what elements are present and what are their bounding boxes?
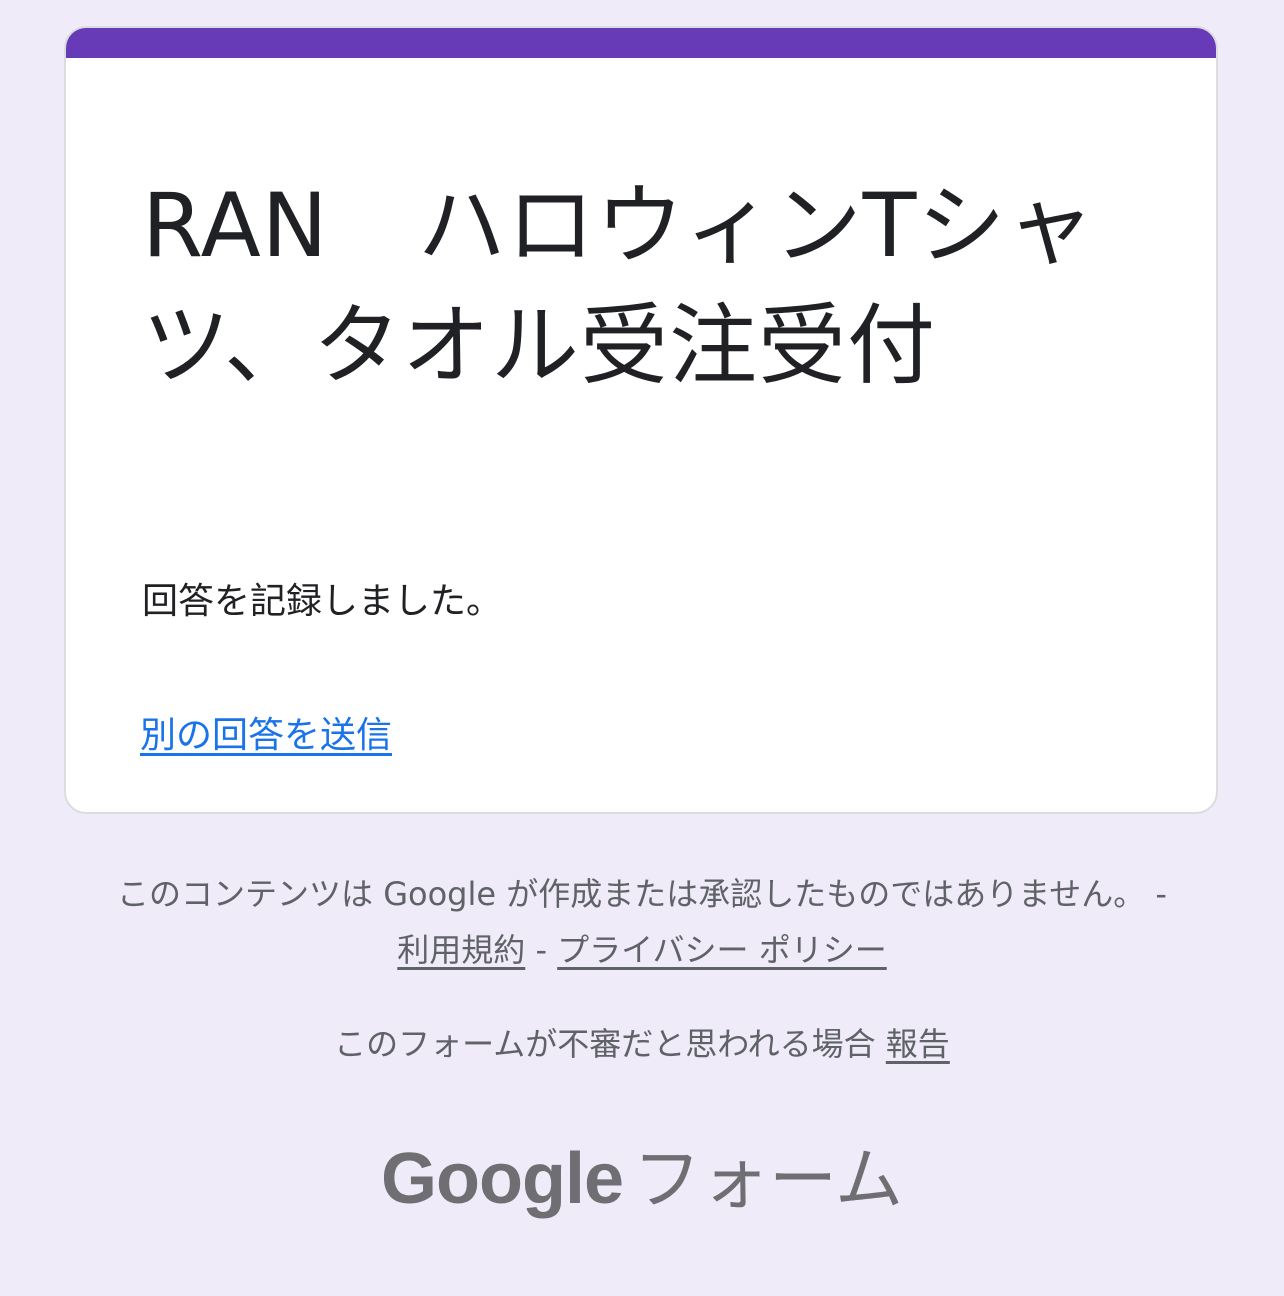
forms-wordmark: フォーム xyxy=(633,1141,903,1220)
terms-of-service-link[interactable]: 利用規約 xyxy=(397,931,525,969)
footer-separator: - xyxy=(1145,875,1167,913)
footer-disclaimer: このコンテンツは Google が作成または承認したものではありません。 - 利… xyxy=(100,866,1184,978)
disclaimer-text: このコンテンツは Google が作成または承認したものではありません。 xyxy=(117,875,1146,913)
card-accent-bar xyxy=(66,28,1216,58)
submit-another-response-link[interactable]: 別の回答を送信 xyxy=(140,708,392,764)
privacy-policy-link[interactable]: プライバシー ポリシー xyxy=(557,931,887,969)
google-forms-logo[interactable]: Google フォーム xyxy=(0,1134,1284,1243)
report-text: このフォームが不審だと思われる場合 xyxy=(334,1025,886,1063)
form-title: RAN ハロウィンTシャツ、タオル受注受付 xyxy=(142,174,1096,397)
report-abuse-link[interactable]: 報告 xyxy=(886,1025,950,1063)
report-line: このフォームが不審だと思われる場合 報告 xyxy=(100,1016,1184,1072)
form-confirmation-card: RAN ハロウィンTシャツ、タオル受注受付 回答を記録しました。 別の回答を送信 xyxy=(64,26,1218,814)
footer-separator: - xyxy=(525,931,558,969)
google-wordmark: Google xyxy=(381,1139,624,1219)
confirmation-message: 回答を記録しました。 xyxy=(142,581,503,622)
